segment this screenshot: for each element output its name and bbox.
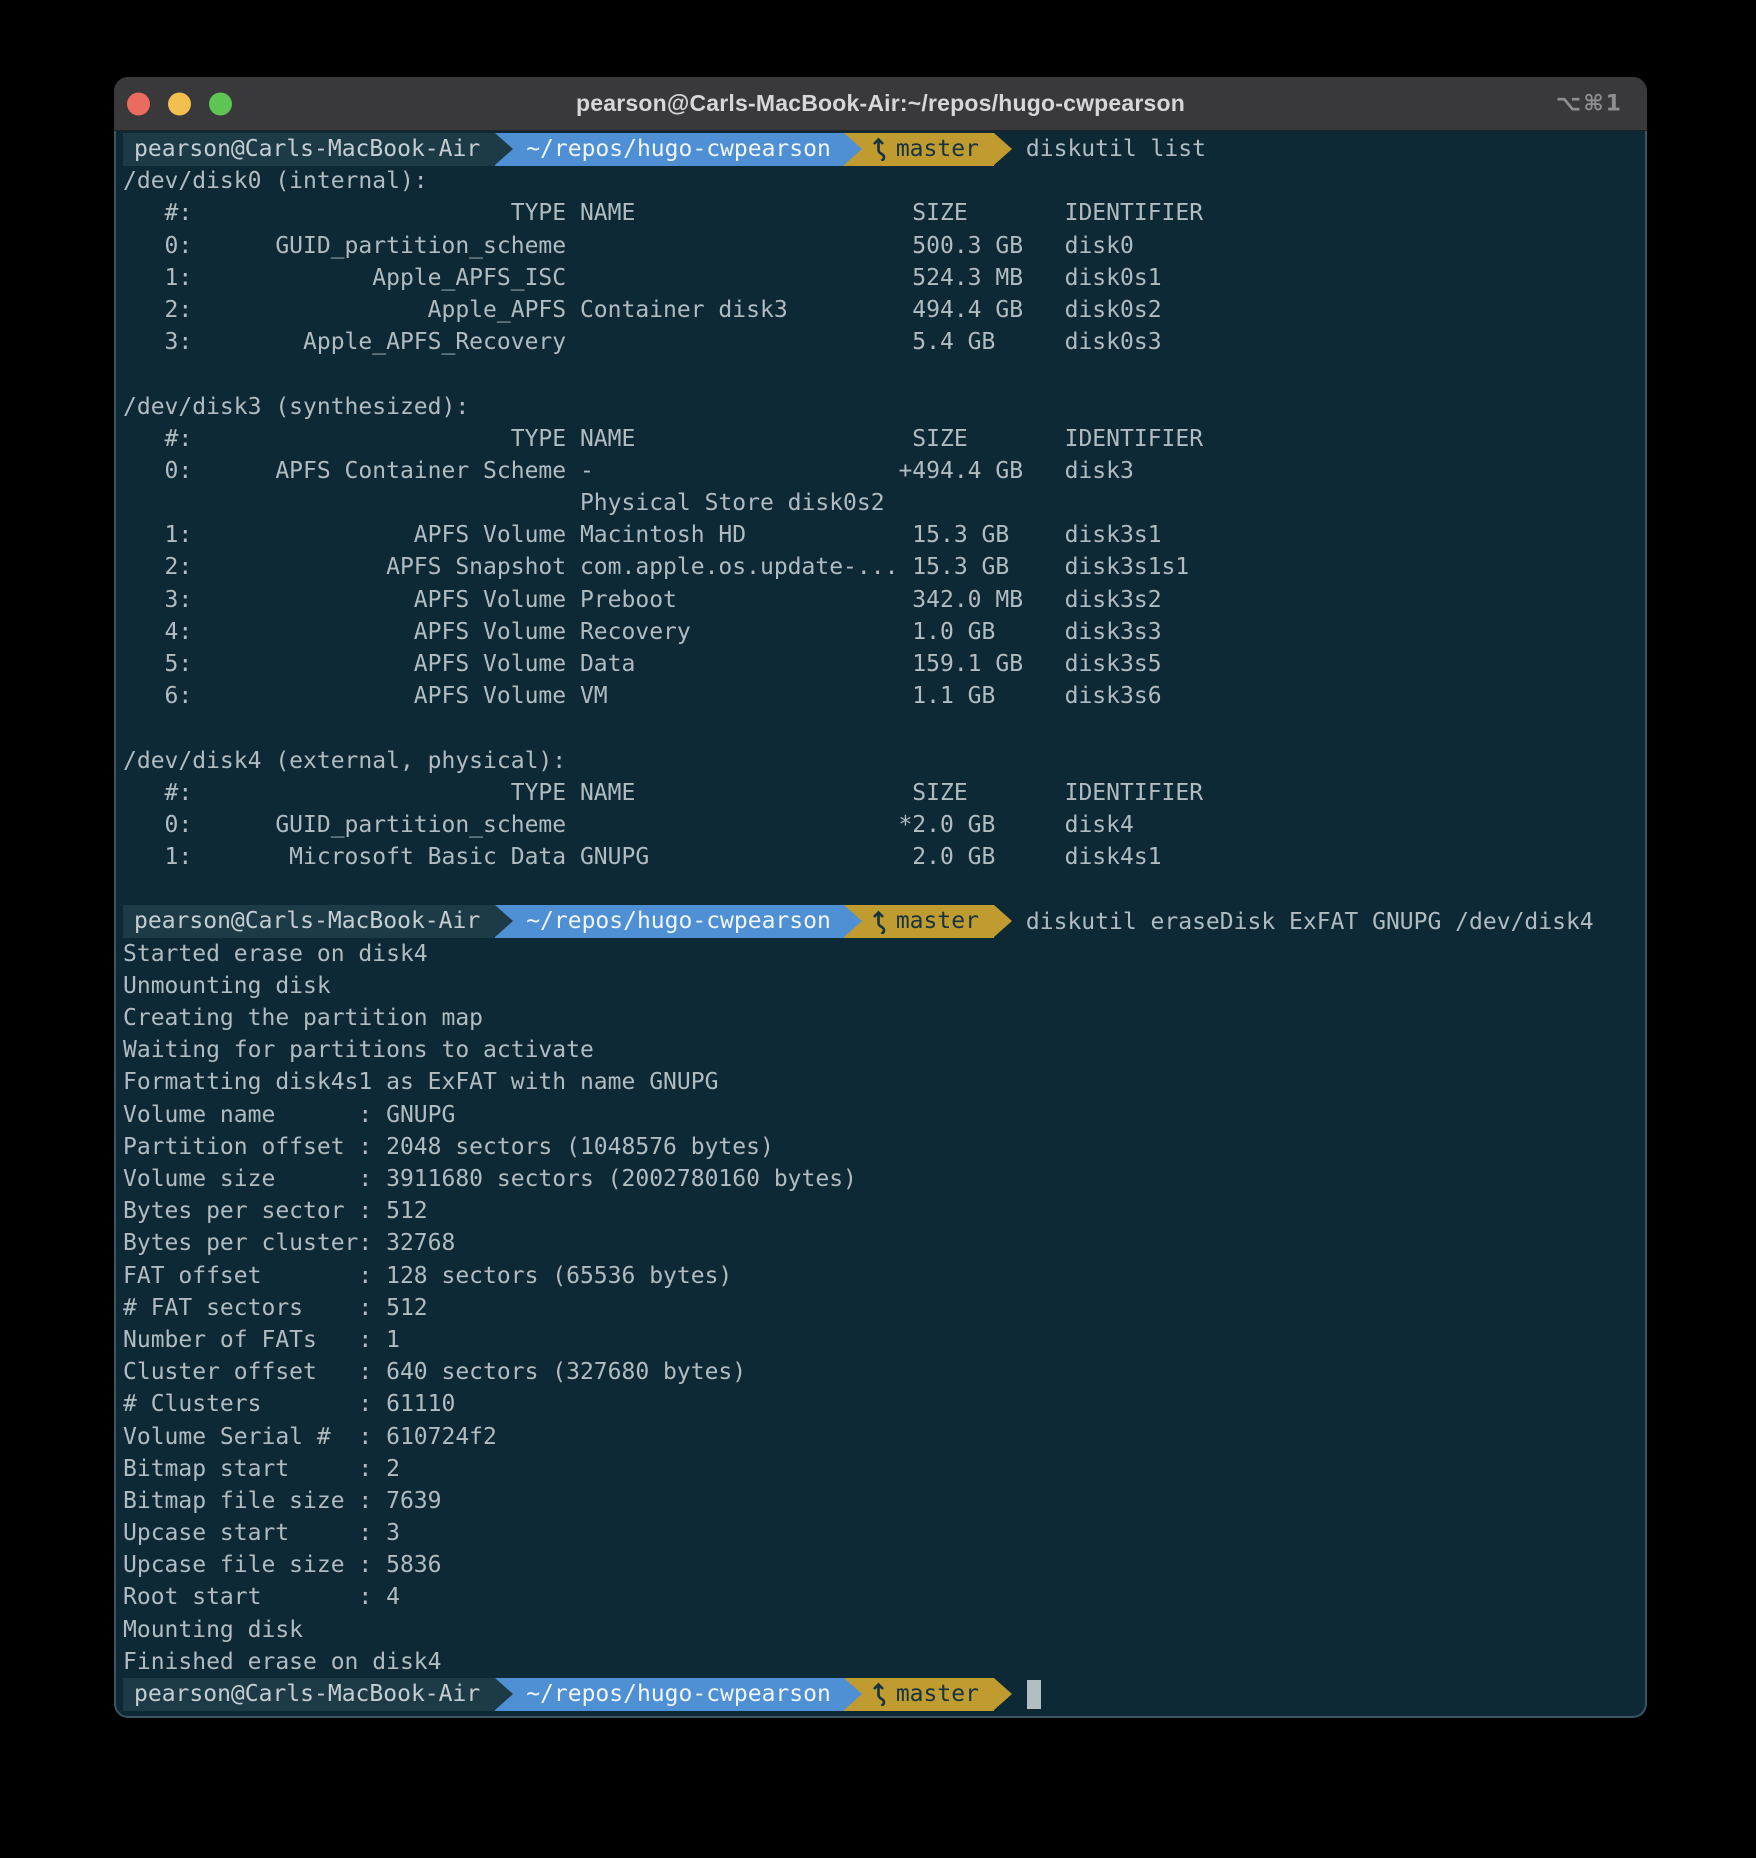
- terminal-line: Creating the partition map: [123, 1002, 1637, 1034]
- terminal-line: # Clusters : 61110: [123, 1388, 1637, 1420]
- prompt-branch: master: [896, 905, 979, 937]
- terminal-line: Root start : 4: [123, 1581, 1637, 1613]
- powerline-separator: [994, 133, 1012, 166]
- terminal-line: Formatting disk4s1 as ExFAT with name GN…: [123, 1066, 1637, 1098]
- terminal-line: Volume size : 3911680 sectors (200278016…: [123, 1163, 1637, 1195]
- terminal-line: Bitmap start : 2: [123, 1453, 1637, 1485]
- terminal-cursor[interactable]: [1027, 1680, 1041, 1709]
- close-button[interactable]: [127, 92, 150, 115]
- prompt-git-segment: master: [862, 1678, 994, 1711]
- prompt-user-host: pearson@Carls-MacBook-Air: [123, 133, 495, 166]
- powerline-separator: [495, 905, 513, 938]
- terminal-line: /dev/disk3 (synthesized):: [123, 391, 1637, 423]
- terminal-line: 2: APFS Snapshot com.apple.os.update-...…: [123, 551, 1637, 583]
- terminal-screen[interactable]: pearson@Carls-MacBook-Air ~/repos/hugo-c…: [114, 131, 1647, 1718]
- git-branch-icon: [871, 1682, 888, 1706]
- git-branch-icon: [871, 137, 888, 161]
- prompt-path: ~/repos/hugo-cwpearson: [513, 905, 844, 938]
- terminal-line: Volume Serial # : 610724f2: [123, 1421, 1637, 1453]
- prompt-branch: master: [896, 1678, 979, 1710]
- terminal-line: 1: Microsoft Basic Data GNUPG 2.0 GB dis…: [123, 841, 1637, 873]
- window-titlebar[interactable]: pearson@Carls-MacBook-Air:~/repos/hugo-c…: [114, 77, 1647, 131]
- terminal-line: 6: APFS Volume VM 1.1 GB disk3s6: [123, 680, 1637, 712]
- terminal-line: Partition offset : 2048 sectors (1048576…: [123, 1131, 1637, 1163]
- terminal-line: 3: APFS Volume Preboot 342.0 MB disk3s2: [123, 584, 1637, 616]
- terminal-line: [123, 358, 1637, 390]
- prompt-branch: master: [896, 133, 979, 165]
- tab-shortcut-badge: ⌥⌘1: [1556, 91, 1623, 116]
- terminal-line: 2: Apple_APFS Container disk3 494.4 GB d…: [123, 294, 1637, 326]
- traffic-lights: [127, 92, 232, 115]
- terminal-window: pearson@Carls-MacBook-Air:~/repos/hugo-c…: [114, 77, 1647, 1718]
- terminal-line: Bytes per cluster: 32768: [123, 1227, 1637, 1259]
- terminal-line: /dev/disk0 (internal):: [123, 165, 1637, 197]
- prompt-line-1: pearson@Carls-MacBook-Air ~/repos/hugo-c…: [123, 133, 1637, 165]
- terminal-line: Volume name : GNUPG: [123, 1099, 1637, 1131]
- powerline-separator: [844, 133, 862, 166]
- terminal-line: #: TYPE NAME SIZE IDENTIFIER: [123, 777, 1637, 809]
- window-title: pearson@Carls-MacBook-Air:~/repos/hugo-c…: [576, 90, 1185, 117]
- terminal-line: 1: APFS Volume Macintosh HD 15.3 GB disk…: [123, 519, 1637, 551]
- terminal-line: Started erase on disk4: [123, 938, 1637, 970]
- terminal-line: 1: Apple_APFS_ISC 524.3 MB disk0s1: [123, 262, 1637, 294]
- terminal-line: 0: GUID_partition_scheme 500.3 GB disk0: [123, 230, 1637, 262]
- zoom-button[interactable]: [209, 92, 232, 115]
- prompt-line-current: pearson@Carls-MacBook-Air ~/repos/hugo-c…: [123, 1678, 1637, 1710]
- prompt-path: ~/repos/hugo-cwpearson: [513, 1678, 844, 1711]
- powerline-separator: [844, 1678, 862, 1711]
- terminal-line: 3: Apple_APFS_Recovery 5.4 GB disk0s3: [123, 326, 1637, 358]
- command-text: diskutil list: [1026, 133, 1206, 165]
- terminal-line: Physical Store disk0s2: [123, 487, 1637, 519]
- prompt-git-segment: master: [862, 133, 994, 166]
- terminal-line: Bitmap file size : 7639: [123, 1485, 1637, 1517]
- terminal-line: Cluster offset : 640 sectors (327680 byt…: [123, 1356, 1637, 1388]
- terminal-line: 5: APFS Volume Data 159.1 GB disk3s5: [123, 648, 1637, 680]
- git-branch-icon: [871, 910, 888, 934]
- prompt-path: ~/repos/hugo-cwpearson: [513, 133, 844, 166]
- powerline-separator: [994, 1678, 1012, 1711]
- terminal-line: Finished erase on disk4: [123, 1646, 1637, 1678]
- powerline-separator: [495, 133, 513, 166]
- terminal-line: 0: GUID_partition_scheme *2.0 GB disk4: [123, 809, 1637, 841]
- prompt-line-2: pearson@Carls-MacBook-Air ~/repos/hugo-c…: [123, 906, 1637, 938]
- terminal-line: Bytes per sector : 512: [123, 1195, 1637, 1227]
- terminal-line: FAT offset : 128 sectors (65536 bytes): [123, 1260, 1637, 1292]
- powerline-separator: [844, 905, 862, 938]
- terminal-line: # FAT sectors : 512: [123, 1292, 1637, 1324]
- terminal-line: Upcase start : 3: [123, 1517, 1637, 1549]
- terminal-line: Unmounting disk: [123, 970, 1637, 1002]
- terminal-line: #: TYPE NAME SIZE IDENTIFIER: [123, 197, 1637, 229]
- terminal-line: Mounting disk: [123, 1614, 1637, 1646]
- terminal-line: 4: APFS Volume Recovery 1.0 GB disk3s3: [123, 616, 1637, 648]
- prompt-git-segment: master: [862, 905, 994, 938]
- command-text: diskutil eraseDisk ExFAT GNUPG /dev/disk…: [1026, 906, 1594, 938]
- terminal-line: #: TYPE NAME SIZE IDENTIFIER: [123, 423, 1637, 455]
- minimize-button[interactable]: [168, 92, 191, 115]
- prompt-user-host: pearson@Carls-MacBook-Air: [123, 905, 495, 938]
- terminal-line: 0: APFS Container Scheme - +494.4 GB dis…: [123, 455, 1637, 487]
- terminal-line: [123, 873, 1637, 905]
- powerline-separator: [994, 905, 1012, 938]
- powerline-separator: [495, 1678, 513, 1711]
- terminal-line: /dev/disk4 (external, physical):: [123, 745, 1637, 777]
- terminal-line: Upcase file size : 5836: [123, 1549, 1637, 1581]
- terminal-line: Number of FATs : 1: [123, 1324, 1637, 1356]
- prompt-user-host: pearson@Carls-MacBook-Air: [123, 1678, 495, 1711]
- terminal-line: Waiting for partitions to activate: [123, 1034, 1637, 1066]
- terminal-line: [123, 712, 1637, 744]
